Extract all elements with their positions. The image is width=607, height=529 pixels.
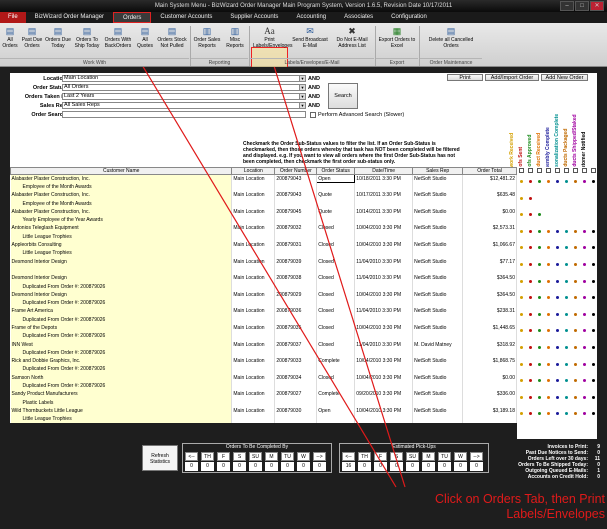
orders-with-backorders-button[interactable]: ▤ Orders With BackOrders	[103, 25, 133, 49]
arrow-to-orders-tab	[142, 67, 397, 488]
due-today-icon: ▤	[53, 26, 63, 36]
report-icon: ▥	[202, 26, 212, 36]
main-area: Location: Main Location ▼ AND Order Statu…	[0, 67, 607, 529]
menu-bizwizard[interactable]: BizWizard Order Manager	[26, 12, 113, 23]
menu-customer-accounts[interactable]: Customer Accounts	[151, 12, 221, 23]
menu-file[interactable]: File	[0, 12, 26, 23]
backorders-icon: ▤	[113, 26, 123, 36]
all-orders-button[interactable]: ▤ All Orders	[1, 25, 19, 49]
all-quotes-button[interactable]: ▤ All Quotes	[135, 25, 155, 49]
menu-orders[interactable]: Orders	[113, 12, 152, 23]
email-icon: ✉	[306, 26, 314, 36]
font-aa-icon: Aa	[264, 26, 275, 36]
group-export: Export	[376, 58, 418, 66]
group-reporting: Reporting	[191, 58, 248, 66]
menu-accounting[interactable]: Accounting	[287, 12, 335, 23]
ship-today-icon: ▤	[82, 26, 92, 36]
print-labels-envelopes-button[interactable]: Aa Print Labels/Envelopes	[253, 25, 292, 49]
menu-supplier-accounts[interactable]: Supplier Accounts	[221, 12, 287, 23]
menu-configuration[interactable]: Configuration	[382, 12, 436, 23]
ribbon: ▤ All Orders ▤ Past Due Orders ▤ Orders Due…	[0, 23, 607, 80]
annotation-arrows	[142, 67, 406, 488]
send-broadcast-email-button[interactable]: ✉ Send Broadcast E-Mail	[290, 25, 330, 49]
close-icon[interactable]: ✕	[590, 1, 604, 11]
arrow-to-print-labels	[273, 67, 406, 488]
minimize-icon[interactable]: –	[560, 1, 574, 11]
delete-cancelled-orders-button[interactable]: ▤ Delete all Cancelled Orders	[422, 25, 480, 49]
past-due-orders-button[interactable]: ▤ Past Due Orders	[21, 25, 43, 49]
orders-due-today-button[interactable]: ▤ Orders Due Today	[45, 25, 71, 49]
delete-icon: ▤	[446, 26, 456, 36]
maximize-icon[interactable]: □	[575, 1, 589, 11]
annotation-text: Click on Orders Tab, then Print Labels/E…	[435, 492, 605, 521]
stock-icon: ▤	[167, 26, 177, 36]
group-work-with: Work With	[0, 58, 189, 66]
x-icon: ✖	[348, 26, 356, 36]
quotes-icon: ▤	[140, 26, 150, 36]
orders-to-ship-today-button[interactable]: ▤ Orders To Ship Today	[73, 25, 101, 49]
order-sales-reports-button[interactable]: ▥ Order Sales Reports	[193, 25, 221, 49]
misc-report-icon: ▥	[230, 26, 240, 36]
title-bar: Main System Menu - BizWizard Order Manag…	[0, 0, 607, 12]
menu-associates[interactable]: Associates	[335, 12, 382, 23]
export-orders-excel-button[interactable]: ▦ Export Orders to Excel	[378, 25, 416, 49]
window-title: Main System Menu - BizWizard Order Manag…	[154, 3, 453, 9]
group-labels-email: Labels/Envelopes/E-Mail	[250, 58, 374, 66]
misc-reports-button[interactable]: ▥ Misc Reports	[223, 25, 247, 49]
group-order-maintenance: Order Maintenance	[420, 58, 482, 66]
menu-bar: File BizWizard Order Manager Orders Cust…	[0, 12, 607, 23]
excel-icon: ▦	[392, 26, 402, 36]
orders-icon: ▤	[5, 26, 15, 36]
do-not-email-list-button[interactable]: ✖ Do Not E-Mail Address List	[332, 25, 372, 49]
past-due-icon: ▤	[27, 26, 37, 36]
orders-stock-not-pulled-button[interactable]: ▤ Orders Stock Not Pulled	[157, 25, 187, 49]
